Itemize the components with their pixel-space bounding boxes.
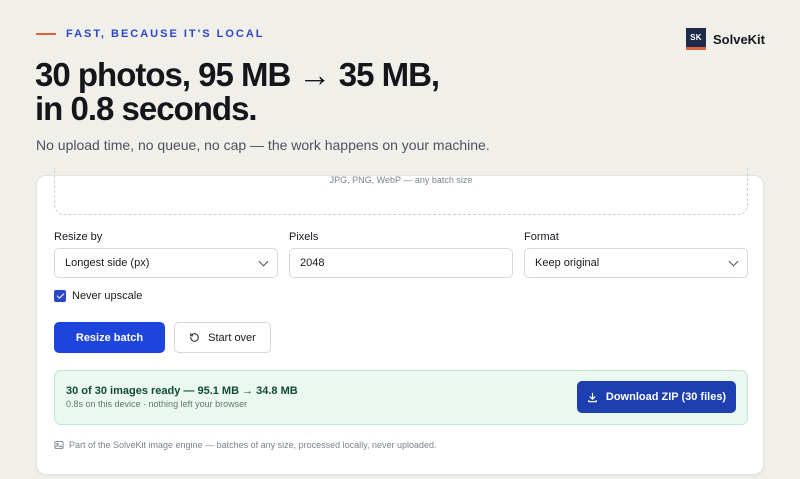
- chevron-down-icon: [258, 256, 269, 266]
- result-subtitle: 0.8s on this device · nothing left your …: [66, 399, 248, 409]
- brand-name: SolveKit: [712, 31, 765, 47]
- resizer-card: JPG, PNG, WebP — any batch size Resize b…: [36, 168, 764, 475]
- eyebrow: FAST, BECAUSE IT'S LOCAL: [36, 28, 265, 40]
- pixels-label: Pixels: [289, 231, 319, 243]
- page-headline: 30 photos, 95 MB → 35 MB, in 0.8 seconds…: [35, 58, 635, 126]
- format-value: Keep original: [535, 257, 600, 269]
- download-zip-label: Download ZIP (30 files): [605, 391, 727, 403]
- result-panel: 30 of 30 images ready — 95.1 MB → 34.8 M…: [54, 370, 748, 425]
- never-upscale-option[interactable]: Never upscale: [54, 290, 142, 302]
- download-icon: [588, 392, 597, 402]
- download-zip-button[interactable]: Download ZIP (30 files): [577, 381, 736, 413]
- image-icon: [54, 441, 64, 449]
- result-title: 30 of 30 images ready — 95.1 MB → 34.8 M…: [66, 385, 298, 397]
- resize-batch-button[interactable]: Resize batch: [54, 322, 165, 353]
- footnote-text: Part of the SolveKit image engine — batc…: [69, 440, 437, 450]
- start-over-button[interactable]: Start over: [174, 322, 271, 353]
- format-label: Format: [524, 231, 559, 243]
- footnote: Part of the SolveKit image engine — batc…: [54, 440, 437, 450]
- brand[interactable]: SK SolveKit: [685, 28, 765, 50]
- start-over-label: Start over: [208, 331, 256, 344]
- refresh-icon: [190, 333, 199, 342]
- file-dropzone[interactable]: JPG, PNG, WebP — any batch size: [54, 168, 748, 215]
- resize-by-select[interactable]: Longest side (px): [54, 248, 278, 278]
- format-select[interactable]: Keep original: [524, 248, 748, 278]
- resize-by-value: Longest side (px): [65, 257, 150, 269]
- never-upscale-label: Never upscale: [72, 290, 143, 302]
- resize-by-label: Resize by: [54, 231, 103, 243]
- dropzone-hint: JPG, PNG, WebP — any batch size: [329, 175, 473, 185]
- pixels-value: 2048: [300, 257, 325, 269]
- eyebrow-rule: [36, 33, 56, 35]
- page-subhead: No upload time, no queue, no cap — the w…: [36, 137, 490, 153]
- never-upscale-checkbox[interactable]: [54, 290, 66, 302]
- headline-line-2: in 0.8 seconds.: [35, 90, 258, 127]
- pixels-input[interactable]: 2048: [289, 248, 513, 278]
- chevron-down-icon: [728, 256, 739, 266]
- solvekit-logo: SK: [685, 28, 706, 50]
- eyebrow-text: FAST, BECAUSE IT'S LOCAL: [66, 28, 265, 40]
- headline-line-1: 30 photos, 95 MB → 35 MB,: [35, 56, 440, 93]
